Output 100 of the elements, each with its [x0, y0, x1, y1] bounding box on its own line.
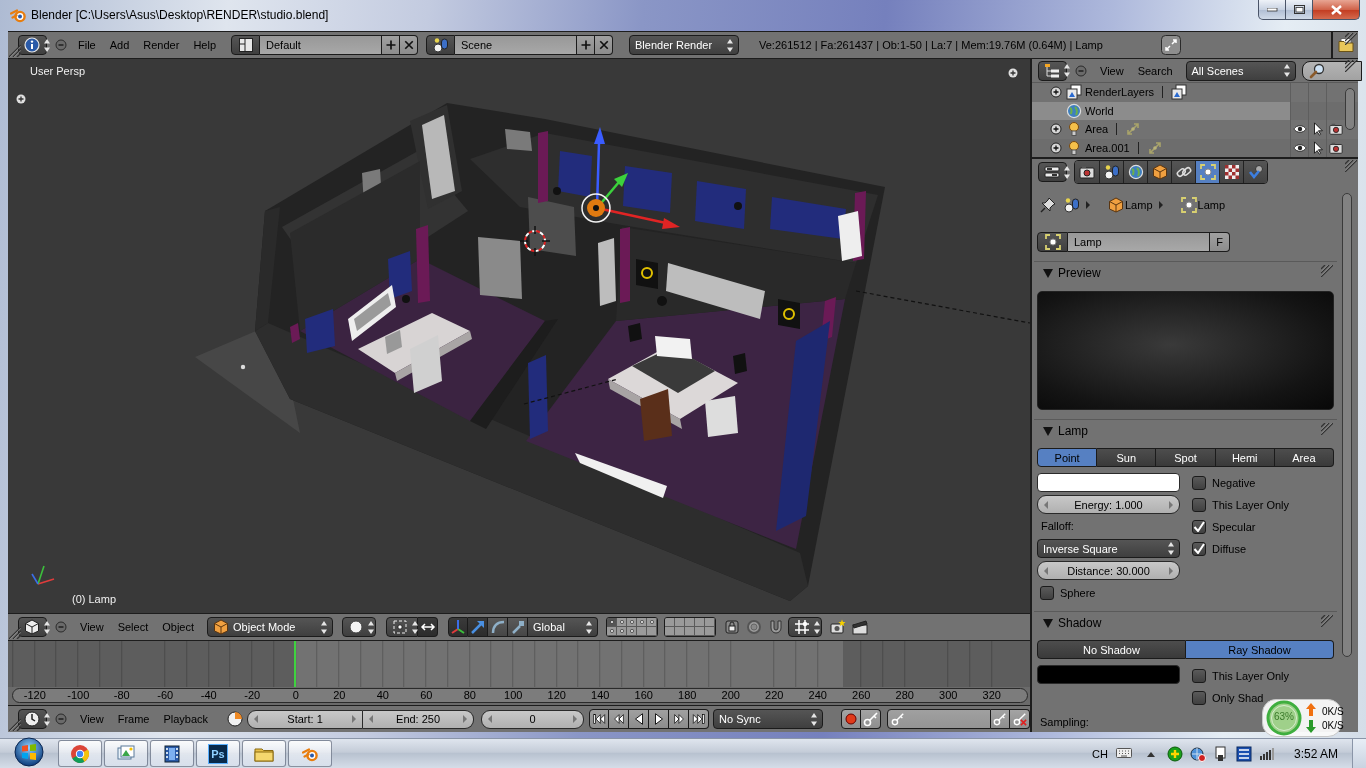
browse-button[interactable] [1037, 232, 1068, 252]
expand-icon[interactable] [1050, 123, 1062, 136]
plus-circle-icon[interactable] [1166, 745, 1183, 762]
menu-button[interactable]: View [1093, 60, 1131, 81]
playback-button[interactable] [609, 709, 630, 729]
checkbox[interactable] [1192, 668, 1206, 683]
checkbox[interactable] [1192, 497, 1206, 512]
expand-icon[interactable] [1050, 86, 1062, 99]
disclosure-triangle-icon[interactable] [1043, 268, 1053, 278]
corner-grip-icon[interactable] [1345, 33, 1357, 45]
menu-button[interactable]: Frame [110, 709, 157, 729]
maximize-button[interactable] [1286, 0, 1313, 20]
lamp-type-button[interactable]: Point [1037, 448, 1098, 467]
delete-keyframe-button[interactable] [1010, 709, 1030, 729]
playback-button[interactable] [629, 709, 650, 729]
checkbox[interactable] [1192, 475, 1206, 490]
delete-button[interactable] [595, 35, 613, 55]
taskbar-app-button[interactable] [150, 740, 194, 767]
concentric-circles-icon[interactable] [746, 619, 763, 635]
menu-button[interactable]: File [71, 35, 103, 55]
playhead-line[interactable] [294, 641, 297, 687]
snap-dropdown[interactable] [788, 617, 823, 637]
manipulator-toggle[interactable] [488, 617, 509, 637]
playback-button[interactable] [589, 709, 610, 729]
pivot-dropdown[interactable] [386, 617, 419, 637]
disclosure-triangle-icon[interactable] [1043, 618, 1053, 628]
corner-grip-icon[interactable] [9, 45, 21, 57]
minus-circle-icon[interactable] [55, 621, 67, 633]
display-mode-dropdown[interactable]: All Scenes [1185, 60, 1296, 81]
minus-circle-icon[interactable] [55, 713, 67, 725]
menu-button[interactable]: Help [186, 35, 223, 55]
lamp-type-button[interactable]: Spot [1156, 448, 1216, 467]
playback-button[interactable] [689, 709, 710, 729]
show-desktop-button[interactable] [1352, 738, 1366, 768]
search-field[interactable] [1301, 60, 1362, 81]
scene-field[interactable]: Scene [455, 35, 577, 55]
properties-tab[interactable] [1123, 161, 1147, 183]
properties-tab[interactable] [1243, 161, 1267, 183]
studio-model-drawing[interactable] [195, 103, 885, 601]
color-swatch[interactable] [1037, 473, 1180, 492]
lock-icon[interactable] [724, 619, 741, 635]
layer-button[interactable] [705, 618, 716, 627]
close-button[interactable] [1313, 0, 1360, 20]
camera-icon[interactable] [1328, 122, 1343, 137]
plus-circle-icon[interactable] [16, 94, 26, 104]
end-frame-field[interactable]: End: 250 [363, 709, 475, 729]
minus-circle-icon[interactable] [1075, 64, 1087, 77]
keying-set-field[interactable] [887, 709, 991, 729]
sync-dropdown[interactable]: No Sync [713, 709, 824, 729]
corner-grip-icon[interactable] [1321, 615, 1333, 627]
falloff-dropdown[interactable]: Inverse Square [1037, 539, 1180, 558]
globe-icon[interactable] [1189, 745, 1206, 762]
editor-type-dropdown[interactable] [18, 617, 47, 637]
manipulator-toggle[interactable] [468, 617, 489, 637]
fake-user-button[interactable]: F [1210, 232, 1230, 252]
menu-button[interactable]: Render [136, 35, 187, 55]
menu-button[interactable]: Search [1130, 60, 1180, 81]
device-icon[interactable] [1212, 745, 1229, 762]
add-button[interactable] [577, 35, 595, 55]
orientation-dropdown[interactable]: Global [528, 617, 599, 637]
layer-button[interactable] [647, 627, 658, 636]
minimize-button[interactable] [1258, 0, 1286, 20]
menu-button[interactable]: Select [110, 617, 156, 637]
origins-toggle[interactable] [418, 617, 439, 637]
editor-type-dropdown[interactable] [18, 35, 47, 55]
datablock-name-field[interactable]: Lamp [1068, 232, 1210, 252]
energy-field[interactable]: Energy: 1.000 [1037, 495, 1180, 514]
properties-tab[interactable] [1099, 161, 1123, 183]
list-icon[interactable] [1235, 745, 1252, 762]
properties-tab[interactable] [1195, 161, 1219, 183]
lamp-type-button[interactable]: Hemi [1215, 448, 1275, 467]
checkbox[interactable] [1192, 541, 1206, 556]
playback-button[interactable] [669, 709, 690, 729]
camera-star-icon[interactable] [830, 619, 847, 635]
browse-button[interactable] [426, 35, 455, 55]
fullscreen-icon[interactable] [1161, 35, 1181, 55]
properties-tab[interactable] [1219, 161, 1243, 183]
pin-icon[interactable] [1040, 197, 1056, 213]
pie-chart-icon[interactable] [227, 711, 244, 727]
shadow-mode-button[interactable]: No Shadow [1037, 640, 1186, 659]
disclosure-triangle-icon[interactable] [1043, 426, 1053, 436]
folder-icon[interactable] [1337, 37, 1354, 53]
start-frame-field[interactable]: Start: 1 [247, 709, 364, 729]
3d-cursor-icon[interactable] [519, 225, 551, 257]
plus-circle-icon[interactable] [1008, 68, 1018, 78]
timeline-ruler[interactable]: -120 -100 -80 -60 -40 -20 0 20 40 60 80 100 120 140 160 180 200 220 240 260 280 300 320 [12, 688, 1028, 703]
editor-type-dropdown[interactable] [1038, 60, 1067, 81]
camera-icon[interactable] [1328, 140, 1343, 155]
lamp-type-button[interactable]: Sun [1097, 448, 1157, 467]
lamp-type-button[interactable]: Area [1274, 448, 1334, 467]
transform-gizmo[interactable] [581, 127, 680, 229]
corner-grip-icon[interactable] [9, 627, 21, 639]
signal-icon[interactable] [1258, 745, 1275, 762]
properties-tab[interactable] [1171, 161, 1195, 183]
mode-dropdown[interactable]: Object Mode [207, 617, 334, 637]
show-hidden-icons-icon[interactable] [1146, 750, 1155, 757]
keyframe-button[interactable] [861, 709, 882, 729]
layer-button[interactable] [705, 627, 716, 636]
corner-grip-icon[interactable] [9, 719, 21, 731]
corner-grip-icon[interactable] [1321, 423, 1333, 435]
